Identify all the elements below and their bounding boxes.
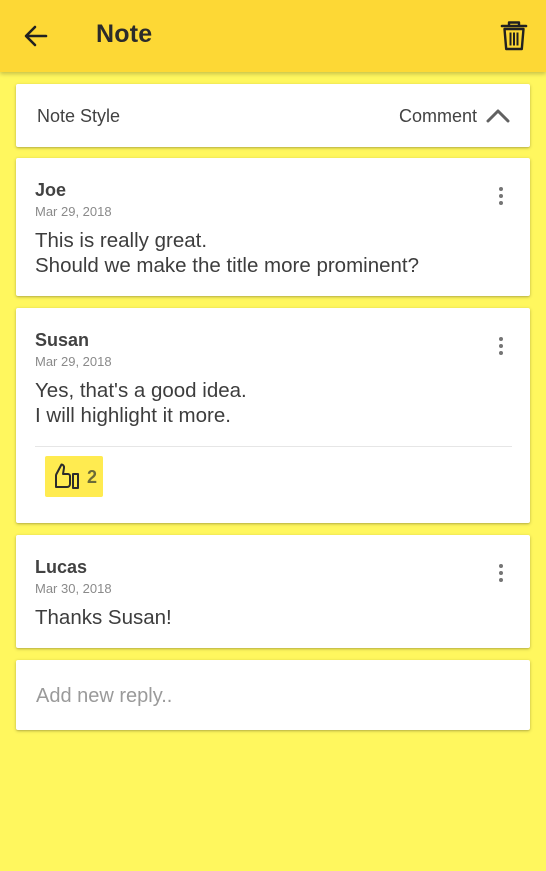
comment-text-line: Should we make the title more prominent? [35, 254, 420, 277]
more-vert-icon[interactable] [498, 337, 504, 357]
comment-card: Lucas Mar 30, 2018 Thanks Susan! [16, 535, 530, 648]
comment-author: Lucas [35, 557, 88, 577]
comment-text-line: I will highlight it more. [35, 404, 231, 427]
arrow-left-icon[interactable] [22, 22, 50, 50]
comment-text: Yes, that's a good idea. I will highligh… [35, 378, 247, 428]
comment-author: Susan [35, 330, 90, 350]
comment-date: Mar 30, 2018 [35, 581, 112, 596]
divider [35, 446, 512, 447]
reply-card [16, 660, 530, 730]
comment-card: Joe Mar 29, 2018 This is really great. S… [16, 158, 530, 296]
app-bar: Note [0, 0, 546, 72]
like-count: 2 [87, 467, 98, 487]
page-title: Note [96, 20, 153, 48]
comment-text-line: This is really great. [35, 229, 208, 252]
reply-input[interactable] [34, 680, 508, 712]
comment-author: Joe [35, 180, 67, 200]
comment-text-line: Thanks Susan! [35, 606, 172, 629]
comment-text-line: Yes, that's a good idea. [35, 379, 247, 402]
more-vert-icon[interactable] [498, 187, 504, 207]
thumbs-up-icon [55, 463, 79, 489]
trash-icon[interactable] [500, 20, 528, 52]
comment-date: Mar 29, 2018 [35, 354, 112, 369]
comment-text: Thanks Susan! [35, 605, 172, 630]
like-button[interactable]: 2 [45, 456, 103, 497]
comment-date: Mar 29, 2018 [35, 204, 112, 219]
note-style-value[interactable]: Comment [399, 106, 477, 127]
chevron-up-icon[interactable] [486, 107, 510, 123]
comment-text: This is really great. Should we make the… [35, 228, 419, 278]
more-vert-icon[interactable] [498, 564, 504, 584]
note-style-label: Note Style [37, 106, 121, 126]
note-style-selector[interactable]: Note Style Comment [16, 84, 530, 147]
comment-card: Susan Mar 29, 2018 Yes, that's a good id… [16, 308, 530, 523]
